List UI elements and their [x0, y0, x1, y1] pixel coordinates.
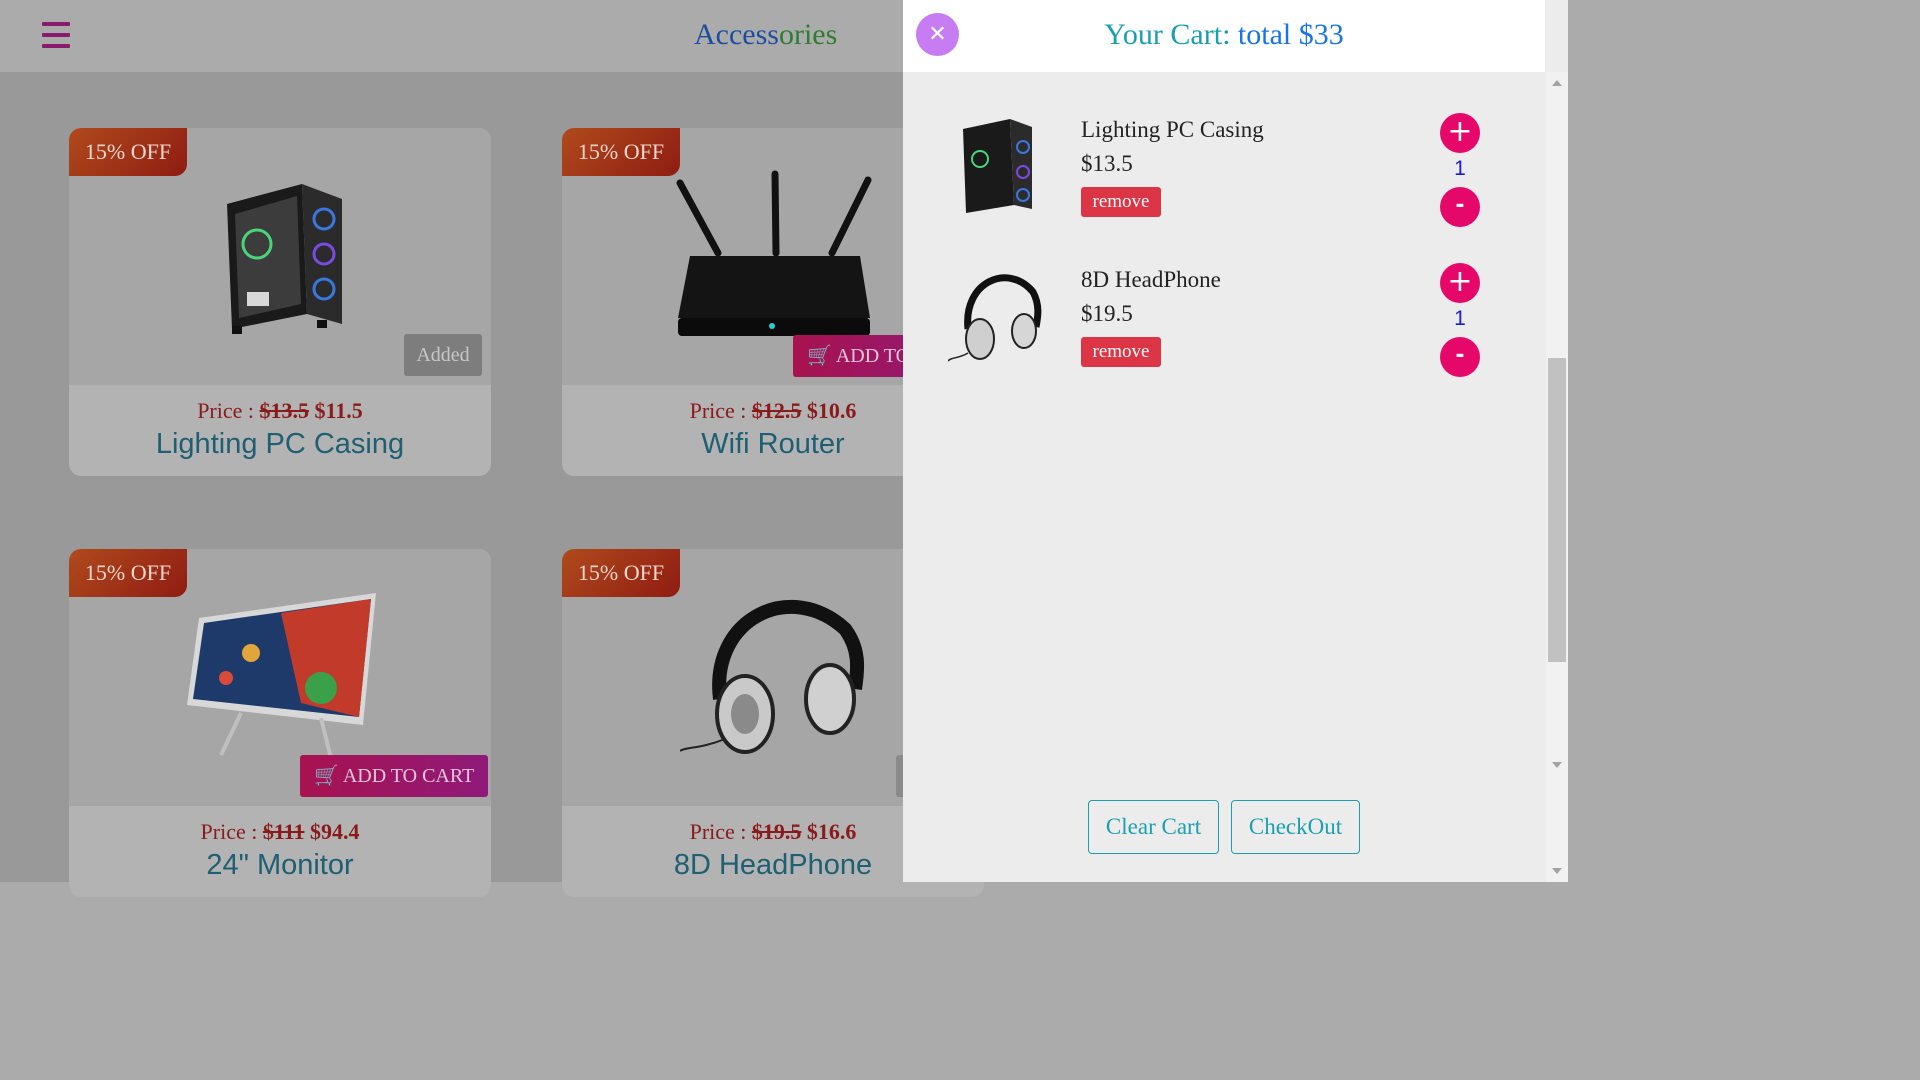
product-card-monitor: 15% OFF 🛒 ADD TO CART Price : $111 $94.4…: [69, 549, 491, 897]
added-button[interactable]: Added: [404, 334, 482, 376]
add-to-cart-button[interactable]: 🛒 ADD TO CART: [300, 755, 489, 797]
price-label: Price :: [200, 819, 258, 844]
product-title: 24" Monitor: [206, 849, 354, 881]
scroll-down-arrow-icon[interactable]: [1552, 762, 1562, 768]
scroll-down-arrow-icon[interactable]: [1552, 868, 1562, 874]
checkout-button[interactable]: CheckOut: [1231, 800, 1360, 854]
item-quantity: 1: [1454, 307, 1466, 330]
new-price: $94.4: [309, 819, 360, 844]
cart-item: Lighting PC Casing $13.5 remove + 1 -: [903, 113, 1523, 247]
cart-header: ✕ Your Cart: total $33: [903, 0, 1545, 72]
cart-item-price: $19.5: [1081, 301, 1133, 326]
product-price: Price : $111 $94.4: [69, 819, 491, 845]
cart-title: Your Cart: total $33: [903, 18, 1545, 52]
cart-item: 8D HeadPhone $19.5 remove + 1 -: [903, 263, 1523, 397]
scroll-up-arrow-icon[interactable]: [1552, 80, 1562, 86]
monitor-image: [187, 593, 376, 759]
discount-badge: 15% OFF: [562, 128, 680, 176]
cart-total: total $33: [1237, 18, 1344, 51]
brand-part2: ories: [778, 18, 838, 51]
discount-badge: 15% OFF: [69, 549, 187, 597]
clear-cart-button[interactable]: Clear Cart: [1088, 800, 1219, 854]
cart-item-name: 8D HeadPhone: [1081, 267, 1221, 292]
decrease-qty-button[interactable]: -: [1440, 337, 1480, 377]
cart-drawer: ✕ Your Cart: total $33 Lighting PC Casin…: [903, 0, 1568, 882]
cart-icon: 🛒: [314, 765, 339, 787]
page-scrollbar[interactable]: [1546, 72, 1568, 882]
wifi-router-image: [676, 170, 872, 336]
pc-casing-image: [227, 184, 342, 334]
remove-button[interactable]: remove: [1081, 337, 1161, 367]
new-price: $10.6: [806, 398, 857, 423]
new-price: $11.5: [314, 398, 363, 423]
scroll-thumb[interactable]: [1548, 358, 1566, 662]
increase-qty-button[interactable]: +: [1440, 113, 1480, 153]
product-price: Price : $13.5 $11.5: [69, 398, 491, 424]
decrease-qty-button[interactable]: -: [1440, 187, 1480, 227]
add-to-cart-label: ADD TO CART: [342, 765, 475, 787]
increase-qty-button[interactable]: +: [1440, 263, 1480, 303]
headphone-image: [680, 599, 865, 754]
headphone-thumbnail: [948, 274, 1042, 362]
page-title: Accessories: [694, 18, 837, 52]
old-price: $13.5: [259, 398, 310, 423]
hamburger-icon[interactable]: [42, 22, 70, 48]
cart-item-price: $13.5: [1081, 151, 1133, 176]
cart-icon: 🛒: [807, 345, 832, 367]
old-price: $111: [262, 819, 305, 844]
product-card-pc-casing: 15% OFF Added Price : $13.5 $11.5 Lighti…: [69, 128, 491, 476]
cart-title-label: Your Cart:: [1104, 18, 1231, 51]
old-price: $12.5: [751, 398, 802, 423]
price-label: Price :: [197, 398, 255, 423]
pc-casing-thumbnail: [963, 119, 1032, 213]
price-label: Price :: [689, 819, 747, 844]
discount-badge: 15% OFF: [562, 549, 680, 597]
discount-badge: 15% OFF: [69, 128, 187, 176]
old-price: $19.5: [751, 819, 802, 844]
product-title: Lighting PC Casing: [155, 428, 405, 460]
cart-item-name: Lighting PC Casing: [1081, 117, 1264, 142]
remove-button[interactable]: remove: [1081, 187, 1161, 217]
new-price: $16.6: [806, 819, 857, 844]
brand-part1: Access: [694, 18, 779, 51]
price-label: Price :: [689, 398, 747, 423]
item-quantity: 1: [1454, 157, 1466, 180]
